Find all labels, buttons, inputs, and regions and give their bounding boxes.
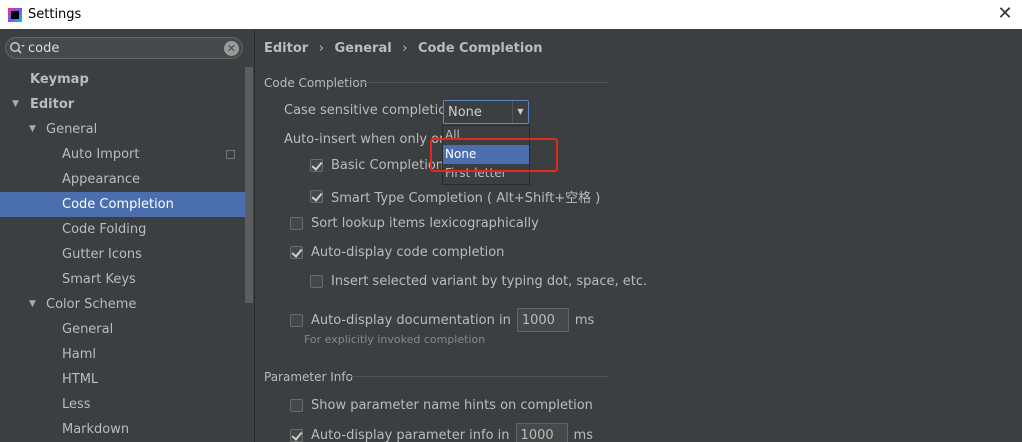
case-sensitive-value: None [448,104,482,120]
auto-display-completion-label: Auto-display code completion [311,245,505,260]
sidebar-item-label: Auto Import [62,147,140,162]
settings-content: Editor › General › Code Completion Code … [255,29,1022,442]
case-sensitive-label: Case sensitive completion: [284,103,459,118]
close-button[interactable]: ✕ [996,5,1014,23]
breadcrumb-code-completion: Code Completion [417,41,543,56]
parameter-hints-label: Show parameter name hints on completion [311,398,593,413]
sidebar-item-label: HTML [62,372,99,387]
section-divider [351,376,608,377]
annotation-highlight-box [430,138,558,172]
sidebar-item-label: Appearance [62,172,141,187]
settings-tree: Keymap ▼ Editor ▼ General Auto Import Appearan… [0,67,245,442]
sidebar-item-label: Color Scheme [46,297,137,312]
auto-display-param-label: Auto-display parameter info in [311,427,510,442]
sidebar-item-gutter-icons[interactable]: Gutter Icons [0,242,245,267]
app-logo-icon [8,7,22,22]
auto-display-param-option[interactable]: Auto-display parameter info in ms [290,422,593,442]
sidebar-item-label: Keymap [30,72,89,87]
sidebar-item-label: Editor [30,97,75,112]
auto-display-doc-option[interactable]: Auto-display documentation in ms [290,307,594,333]
case-sensitive-select[interactable]: None ▼ [443,100,529,124]
smart-completion-checkbox[interactable] [310,190,323,203]
sidebar-item-haml[interactable]: Haml [0,342,245,367]
breadcrumb-general: General [334,41,392,56]
auto-display-param-delay-input[interactable] [515,423,568,442]
smart-completion-label: Smart Type Completion ( Alt+Shift+空格 ) [331,191,601,206]
window-title: Settings [28,7,82,22]
sidebar-item-less[interactable]: Less [0,392,245,417]
chevron-down-icon[interactable]: ▼ [512,101,528,123]
auto-display-doc-unit: ms [574,312,595,328]
smart-completion-option[interactable]: Smart Type Completion ( Alt+Shift+空格 ) [310,187,600,206]
sort-lookup-label: Sort lookup items lexicographically [311,216,539,231]
expand-arrow-icon[interactable]: ▼ [29,292,36,317]
sidebar-item-editor[interactable]: ▼ Editor [0,92,245,117]
sort-lookup-option[interactable]: Sort lookup items lexicographically [290,216,539,231]
sidebar-item-general[interactable]: General [0,317,245,342]
auto-display-doc-hint: For explicitly invoked completion [304,333,486,346]
sidebar-item-label: Gutter Icons [62,247,142,262]
sidebar-scrollbar[interactable] [245,67,253,303]
auto-display-param-unit: ms [573,427,593,442]
breadcrumb-separator: › [402,41,408,56]
title-bar: Settings ✕ [0,0,1022,29]
auto-display-completion-checkbox[interactable] [290,246,303,259]
auto-display-param-checkbox[interactable] [290,428,303,442]
sidebar-item-html[interactable]: HTML [0,367,245,392]
clear-search-icon[interactable]: ✕ [224,40,239,56]
auto-display-doc-delay-input[interactable] [516,308,569,332]
sidebar-item-smart-keys[interactable]: Smart Keys [0,267,245,292]
sidebar-item-label: Code Folding [62,222,147,237]
case-sensitive-text: Case sensitive completion: [284,103,459,118]
sidebar-item-code-folding[interactable]: Code Folding [0,217,245,242]
sidebar-item-label: Code Completion [62,197,174,212]
sidebar-item-auto-import[interactable]: Auto Import [0,142,245,167]
expand-arrow-icon[interactable]: ▼ [29,117,36,142]
sidebar-item-label: General [62,322,114,337]
sidebar-item-label: General [46,122,98,137]
sidebar-item-label: Haml [62,347,97,362]
breadcrumb: Editor › General › Code Completion [264,41,543,56]
section-title-parameter-info: Parameter Info [264,370,353,384]
insert-variant-checkbox[interactable] [310,275,323,288]
sidebar-item-code-completion[interactable]: Code Completion [0,192,245,217]
project-settings-icon [226,150,235,159]
auto-display-completion-option[interactable]: Auto-display code completion [290,245,504,260]
auto-display-doc-checkbox[interactable] [290,313,303,327]
insert-variant-option[interactable]: Insert selected variant by typing dot, s… [310,274,647,289]
expand-arrow-icon[interactable]: ▼ [12,92,19,117]
parameter-hints-option[interactable]: Show parameter name hints on completion [290,398,593,413]
sidebar-item-general[interactable]: ▼ General [0,117,245,142]
sidebar-item-appearance[interactable]: Appearance [0,167,245,192]
search-box[interactable]: ✕ [5,37,243,59]
settings-sidebar: ✕ Keymap ▼ Editor ▼ General Auto Import Appear… [0,29,254,442]
sidebar-item-keymap[interactable]: Keymap [0,67,245,92]
insert-variant-label: Insert selected variant by typing dot, s… [331,274,648,289]
sidebar-item-label: Smart Keys [62,272,136,287]
search-input[interactable] [28,40,224,56]
auto-display-doc-label: Auto-display documentation in [311,312,511,328]
sidebar-item-label: Markdown [62,422,130,437]
parameter-hints-checkbox[interactable] [290,399,303,412]
section-title-code-completion: Code Completion [264,76,368,90]
sidebar-item-markdown[interactable]: Markdown [0,417,245,442]
breadcrumb-separator: › [318,41,324,56]
basic-completion-checkbox[interactable] [310,159,323,172]
sidebar-item-color-scheme[interactable]: ▼ Color Scheme [0,292,245,317]
sort-lookup-checkbox[interactable] [290,217,303,230]
breadcrumb-editor: Editor [264,41,309,56]
section-divider [357,82,608,83]
sidebar-item-label: Less [62,397,91,412]
search-icon[interactable] [6,41,28,55]
